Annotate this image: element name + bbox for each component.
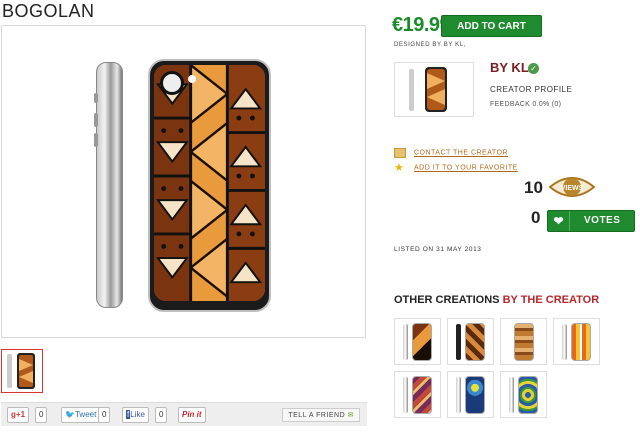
other-creation-thumb[interactable] [447,371,494,418]
add-to-cart-button[interactable]: ADD TO CART [441,15,542,37]
social-share-bar: g+1 0 🐦Tweet 0 fLike 0 Pin it TELL A FRI… [1,402,367,426]
envelope-icon [394,148,406,158]
creator-name-link[interactable]: BY KL [490,60,529,75]
creator-profile-link[interactable]: CREATOR PROFILE [490,85,572,94]
heart-icon: ❤ [548,211,570,231]
product-main-image[interactable] [1,25,366,338]
votes-count: 0 [531,208,541,227]
add-favorite-link[interactable]: ★ ADD IT TO YOUR FAVORITE [394,162,518,174]
phone-thumbnail-image [7,353,35,389]
bogolan-pattern [154,65,265,302]
google-plus-button[interactable]: g+1 [7,407,30,423]
creator-product-thumbnail[interactable] [394,62,474,117]
views-label: VIEWS [561,185,584,192]
other-creation-thumb[interactable] [394,371,441,418]
listed-date: LISTED ON 31 MAY 2013 [394,246,482,253]
envelope-icon: ✉ [347,412,354,419]
designed-by-label: DESIGNED BY BY KL, [394,42,466,48]
twitter-icon: 🐦 [65,410,75,419]
other-creation-thumb[interactable] [447,318,494,365]
check-circle-icon: ✓ [528,63,539,74]
star-icon: ★ [394,162,405,174]
phone-thumbnail-image [409,67,447,112]
tweet-count: 0 [98,407,111,423]
facebook-like-button[interactable]: fLike [122,407,149,423]
other-creation-thumb[interactable] [500,318,547,365]
eye-icon: VIEWS [549,177,595,197]
tell-a-friend-button[interactable]: TELL A FRIEND ✉ [282,408,360,422]
other-creations-heading: OTHER CREATIONS BY THE CREATOR [394,294,600,306]
vote-button[interactable]: ❤ VOTES [547,210,635,232]
tweet-button[interactable]: 🐦Tweet [61,407,101,423]
product-thumbnail-selected[interactable] [1,349,43,393]
google-plus-count: 0 [35,407,48,423]
views-count: 10 [524,178,543,197]
contact-creator-link[interactable]: CONTACT THE CREATOR [394,148,508,158]
pinterest-button[interactable]: Pin it [178,407,206,423]
product-title: BOGOLAN [2,1,95,21]
other-creation-thumb[interactable] [553,318,600,365]
creator-feedback: FEEDBACK 0.0% (0) [490,101,562,108]
phone-back-view [148,59,271,312]
other-creation-thumb[interactable] [500,371,547,418]
like-count: 0 [155,407,168,423]
other-creation-thumb[interactable] [394,318,441,365]
phone-side-view [94,62,123,308]
